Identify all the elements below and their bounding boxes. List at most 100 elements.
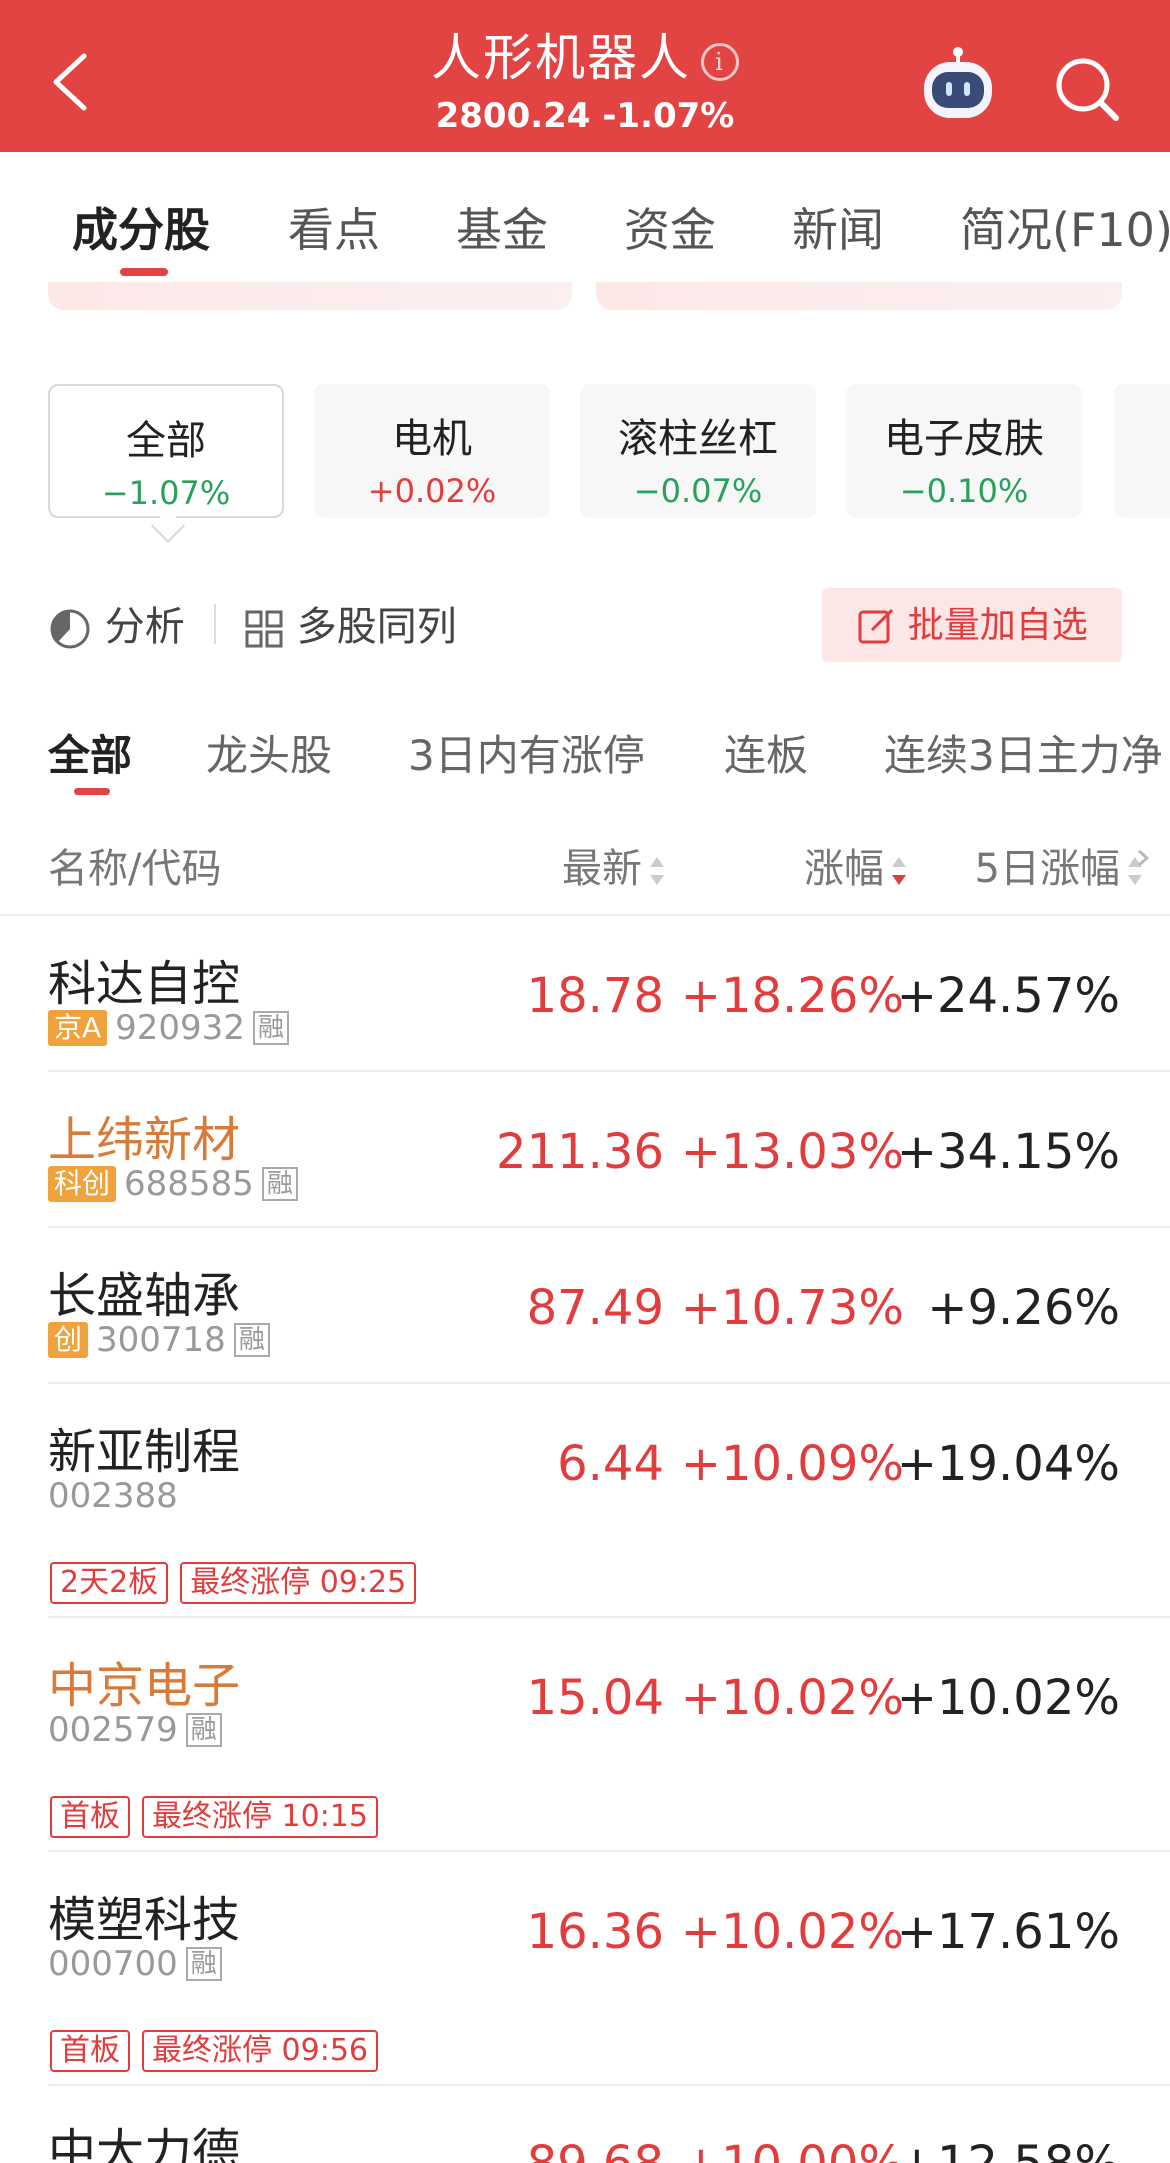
change-5d: +9.26% [927, 1280, 1120, 1336]
margin-badge: 融 [261, 1167, 298, 1201]
limit-up-tags: 首板 最终涨停 10:15 [50, 1796, 390, 1838]
col-change-header[interactable]: 涨幅 [804, 836, 908, 894]
tab-news[interactable]: 新闻 [792, 194, 884, 260]
robot-assistant-icon[interactable] [918, 46, 998, 126]
chip-value: +0.02% [367, 472, 497, 510]
margin-badge: 融 [252, 1011, 289, 1045]
index-change: -1.07% [602, 96, 735, 136]
index-price: 2800.24 [435, 96, 591, 136]
tab-profile[interactable]: 简况(F10) [960, 194, 1170, 260]
subtab-limit-up-3d[interactable]: 3日内有涨停 [408, 722, 645, 783]
stock-code: 002579 [48, 1710, 178, 1750]
limit-up-tags: 2天2板 最终涨停 09:25 [50, 1562, 428, 1604]
scroll-right-icon[interactable] [1136, 848, 1150, 868]
final-limit-up-tag: 最终涨停 09:56 [142, 2030, 378, 2072]
change-5d: +17.61% [896, 1904, 1120, 1960]
analysis-label: 分析 [104, 604, 185, 650]
chip-motor[interactable]: 电机 +0.02% [314, 384, 550, 518]
change-pct: +10.02% [680, 1670, 904, 1726]
chip-label: 全部 [126, 418, 206, 464]
index-name: 人形机器人 [431, 29, 691, 87]
stock-code: 000700 [48, 1944, 178, 1984]
stock-code-line: 科创 688585 融 [48, 1164, 298, 1204]
card-bottom-right [596, 282, 1122, 310]
stock-name: 中大力德 [48, 2124, 241, 2163]
top-tab-bar: 成分股 看点 基金 资金 新闻 简况(F10) [0, 152, 1170, 282]
multi-stock-label: 多股同列 [296, 604, 457, 650]
change-5d: +12.58% [897, 2136, 1120, 2163]
market-badge: 科创 [48, 1166, 117, 1202]
stock-code-line: 京A 920932 融 [48, 1008, 289, 1048]
col-last-label: 最新 [562, 846, 642, 892]
last-price: 89.68 [527, 2136, 664, 2163]
table-row[interactable]: 科达自控 京A 920932 融 18.78 +18.26% +24.57% [0, 916, 1170, 1072]
tab-constituents[interactable]: 成分股 [72, 194, 210, 260]
analysis-button[interactable]: 分析 [48, 594, 185, 652]
tab-active-indicator [120, 268, 168, 276]
margin-badge: 融 [185, 1947, 222, 1981]
stock-name: 上纬新材 [48, 1112, 241, 1168]
subtab-all[interactable]: 全部 [48, 722, 132, 783]
last-price: 16.36 [526, 1904, 664, 1960]
last-price: 6.44 [557, 1436, 664, 1492]
chip-roller-screw[interactable]: 滚柱丝杠 −0.07% [580, 384, 816, 518]
last-price: 87.49 [526, 1280, 664, 1336]
info-icon[interactable]: i [701, 42, 739, 81]
sort-icon [650, 857, 664, 885]
col-5d-change-label: 5日涨幅 [974, 846, 1120, 892]
subtab-consecutive[interactable]: 连板 [724, 722, 808, 783]
batch-add-label: 批量加自选 [907, 605, 1088, 646]
stock-code: 920932 [115, 1008, 245, 1048]
board-count-tag: 2天2板 [50, 1562, 169, 1604]
tab-highlights[interactable]: 看点 [288, 194, 380, 260]
change-pct: +10.00% [681, 2136, 904, 2163]
market-badge: 京A [48, 1010, 108, 1046]
stock-code: 300718 [96, 1320, 226, 1360]
change-pct: +10.73% [680, 1280, 904, 1336]
stock-name: 中京电子 [48, 1658, 241, 1714]
col-name-code: 名称/代码 [48, 846, 222, 892]
change-pct: +10.09% [680, 1436, 904, 1492]
chip-value: −0.07% [633, 472, 763, 510]
tab-funds[interactable]: 基金 [456, 194, 548, 260]
chip-e-skin[interactable]: 电子皮肤 −0.10% [846, 384, 1082, 518]
subtab-active-indicator [74, 788, 110, 795]
chip-all[interactable]: 全部 −1.07% [48, 384, 284, 518]
last-price: 15.04 [526, 1670, 664, 1726]
search-icon[interactable] [1052, 54, 1122, 124]
batch-add-watchlist-button[interactable]: 批量加自选 [822, 588, 1122, 662]
change-pct: +18.26% [680, 968, 904, 1024]
table-row[interactable]: 长盛轴承 创 300718 融 87.49 +10.73% +9.26% [0, 1228, 1170, 1384]
table-row[interactable]: 中京电子 002579 融 15.04 +10.02% +10.02% 首板 最… [0, 1618, 1170, 1852]
table-row[interactable]: 上纬新材 科创 688585 融 211.36 +13.03% +34.15% [0, 1072, 1170, 1228]
change-5d: +10.02% [896, 1670, 1120, 1726]
col-last-header[interactable]: 最新 [562, 836, 666, 894]
chip-value: −1.07% [101, 474, 231, 512]
stock-name: 新亚制程 [48, 1424, 241, 1480]
subtab-main-inflow-3d[interactable]: 连续3日主力净 [884, 722, 1163, 783]
multi-stock-button[interactable]: 多股同列 [244, 594, 457, 652]
subtab-leaders[interactable]: 龙头股 [206, 722, 332, 783]
market-badge: 创 [48, 1322, 89, 1358]
board-count-tag: 首板 [50, 1796, 130, 1838]
chip-value: −0.10% [899, 472, 1029, 510]
stock-name: 科达自控 [48, 956, 241, 1012]
change-pct: +13.03% [680, 1124, 904, 1180]
change-pct: +10.02% [680, 1904, 904, 1960]
table-row[interactable]: 模塑科技 000700 融 16.36 +10.02% +17.61% 首板 最… [0, 1852, 1170, 2086]
stock-code: 002388 [48, 1476, 178, 1516]
table-row[interactable]: 新亚制程 002388 6.44 +10.09% +19.04% 2天2板 最终… [0, 1384, 1170, 1618]
sort-desc-icon [892, 857, 906, 885]
stock-code-line: 002579 融 [48, 1710, 222, 1750]
limit-up-tags: 首板 最终涨停 09:56 [50, 2030, 390, 2072]
margin-badge: 融 [233, 1323, 270, 1357]
board-count-tag: 首板 [50, 2030, 130, 2072]
tab-capital[interactable]: 资金 [624, 194, 716, 260]
pie-chart-icon [50, 609, 90, 649]
margin-badge: 融 [185, 1713, 222, 1747]
col-5d-change-header[interactable]: 5日涨幅 [975, 836, 1144, 894]
final-limit-up-tag: 最终涨停 09:25 [180, 1562, 417, 1604]
change-5d: +19.04% [896, 1436, 1120, 1492]
table-row[interactable]: 中大力德 89.68 +10.00% +12.58% [0, 2086, 1170, 2163]
chip-more[interactable] [1114, 384, 1170, 518]
